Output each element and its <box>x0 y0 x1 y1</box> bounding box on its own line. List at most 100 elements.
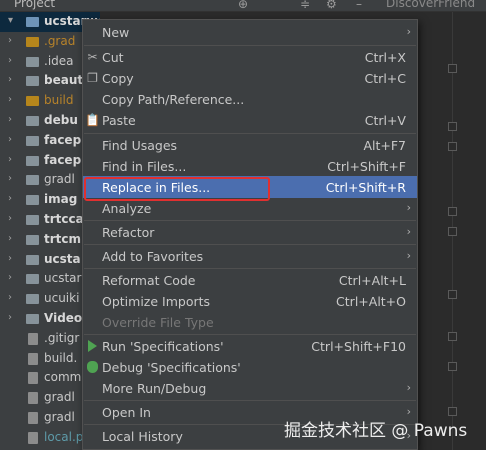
project-title[interactable]: Project <box>14 0 55 10</box>
tree-item-label: .idea <box>44 53 74 68</box>
menu-separator <box>84 220 416 221</box>
menu-separator <box>84 45 416 46</box>
menu-item-replace-in-files[interactable]: Replace in Files... Ctrl+Shift+R <box>83 176 417 201</box>
gear-icon[interactable]: ⚙ <box>326 0 337 11</box>
fold-marker-icon[interactable] <box>448 290 457 299</box>
expand-arrow-icon[interactable]: › <box>8 272 12 283</box>
folder-icon <box>26 234 39 245</box>
expand-arrow-icon[interactable]: › <box>8 193 12 204</box>
expand-arrow-icon[interactable]: › <box>8 94 12 105</box>
locate-icon[interactable]: ⊕ <box>238 0 248 11</box>
menu-separator <box>84 268 416 269</box>
file-icon <box>28 412 38 424</box>
file-icon <box>28 431 38 444</box>
editor-tab[interactable]: DiscoverFriend <box>386 0 475 10</box>
menu-item-analyze[interactable]: Analyze › <box>83 198 417 219</box>
fold-marker-icon[interactable] <box>448 407 457 416</box>
folder-icon <box>26 254 39 265</box>
debug-bug-icon <box>85 359 100 375</box>
expand-arrow-icon[interactable]: › <box>8 292 12 303</box>
menu-separator <box>84 400 416 401</box>
tree-item-label: gradl <box>44 390 75 405</box>
menu-item-refactor[interactable]: Refactor › <box>83 222 417 243</box>
menu-item-debug[interactable]: Debug 'Specifications' <box>83 357 417 378</box>
expand-arrow-icon[interactable]: › <box>8 134 12 145</box>
menu-item-optimize-imports[interactable]: Optimize Imports Ctrl+Alt+O <box>83 291 417 312</box>
menu-item-copy[interactable]: ❐ Copy Ctrl+C <box>83 68 417 89</box>
menu-item-find-in-files[interactable]: Find in Files... Ctrl+Shift+F <box>83 156 417 177</box>
project-header: Project ⊕ ≑ ⚙ – DiscoverFriend <box>0 0 486 12</box>
tree-item-label: beaut <box>44 73 84 88</box>
folder-icon <box>26 56 39 67</box>
fold-marker-icon[interactable] <box>448 64 457 73</box>
menu-item-more-run-debug[interactable]: More Run/Debug › <box>83 378 417 399</box>
submenu-arrow-icon: › <box>406 25 411 38</box>
menu-item-copy-path[interactable]: Copy Path/Reference... <box>83 89 417 110</box>
expand-arrow-icon[interactable]: › <box>8 35 12 46</box>
folder-icon <box>26 175 39 186</box>
context-menu: New › ✂ Cut Ctrl+X ❐ Copy Ctrl+C Copy Pa… <box>82 19 418 450</box>
tree-item-label: gradl <box>44 172 75 187</box>
folder-icon <box>26 96 39 107</box>
hide-icon[interactable]: – <box>356 0 362 11</box>
tree-item-label: trtcca <box>44 212 84 226</box>
fold-marker-icon[interactable] <box>448 332 457 341</box>
menu-item-reformat-code[interactable]: Reformat Code Ctrl+Alt+L <box>83 270 417 291</box>
tree-item-label: gradl <box>44 410 75 424</box>
folder-icon <box>26 155 39 166</box>
submenu-arrow-icon: › <box>406 381 411 394</box>
menu-item-add-favorites[interactable]: Add to Favorites › <box>83 246 417 267</box>
submenu-arrow-icon: › <box>406 225 411 238</box>
menu-separator <box>84 244 416 245</box>
submenu-arrow-icon: › <box>406 201 411 214</box>
expand-arrow-icon[interactable]: › <box>8 253 12 264</box>
menu-item-run[interactable]: Run 'Specifications' Ctrl+Shift+F10 <box>83 336 417 357</box>
fold-marker-icon[interactable] <box>448 362 457 371</box>
menu-item-paste[interactable]: 📋 Paste Ctrl+V <box>83 110 417 131</box>
menu-item-override-file-type: Override File Type <box>102 315 214 330</box>
tree-item-label: imag <box>44 192 78 207</box>
tree-item-label: facep <box>44 152 82 167</box>
collapse-icon[interactable]: ≑ <box>300 0 310 11</box>
tree-item-label: .grad <box>44 33 76 48</box>
file-icon <box>28 352 38 365</box>
expand-arrow-icon[interactable]: › <box>8 74 12 85</box>
scissors-icon: ✂ <box>87 50 98 64</box>
menu-item-new[interactable]: New › <box>83 22 417 43</box>
expand-arrow-icon[interactable]: › <box>8 114 12 125</box>
expand-arrow-icon[interactable]: ▾ <box>8 15 13 26</box>
expand-arrow-icon[interactable]: › <box>8 173 12 184</box>
expand-arrow-icon[interactable]: › <box>8 154 12 165</box>
fold-marker-icon[interactable] <box>448 142 457 151</box>
tree-item-label: build <box>44 93 74 108</box>
fold-marker-icon[interactable] <box>448 227 457 236</box>
folder-icon <box>26 36 39 47</box>
copy-icon: ❐ <box>87 71 98 85</box>
tree-item-label: Video <box>44 311 83 325</box>
folder-icon <box>26 215 39 225</box>
expand-arrow-icon[interactable]: › <box>8 233 12 244</box>
folder-icon <box>26 76 39 87</box>
tree-item-label: ucsta <box>44 251 81 266</box>
menu-item-find-usages[interactable]: Find Usages Alt+F7 <box>83 135 417 156</box>
menu-item-cut[interactable]: ✂ Cut Ctrl+X <box>83 47 417 68</box>
expand-arrow-icon[interactable]: › <box>8 312 12 323</box>
tree-item-label: .gitigr <box>44 330 80 345</box>
run-play-icon <box>85 338 100 354</box>
expand-arrow-icon[interactable]: › <box>8 55 12 66</box>
file-icon <box>28 332 38 345</box>
file-icon <box>28 392 38 405</box>
watermark: 掘金技术社区 @ Pawns <box>284 421 468 441</box>
folder-icon <box>26 314 39 324</box>
fold-marker-icon[interactable] <box>448 207 457 216</box>
tree-item-label: facep <box>44 132 82 147</box>
clipboard-icon: 📋 <box>85 113 100 127</box>
folder-icon <box>26 274 39 285</box>
tree-item-label: comm <box>44 370 82 385</box>
menu-separator <box>84 334 416 335</box>
fold-marker-icon[interactable] <box>448 122 457 131</box>
editor-gutter <box>418 12 486 450</box>
expand-arrow-icon[interactable]: › <box>8 213 12 224</box>
submenu-arrow-icon: › <box>406 249 411 262</box>
folder-icon <box>26 116 39 126</box>
